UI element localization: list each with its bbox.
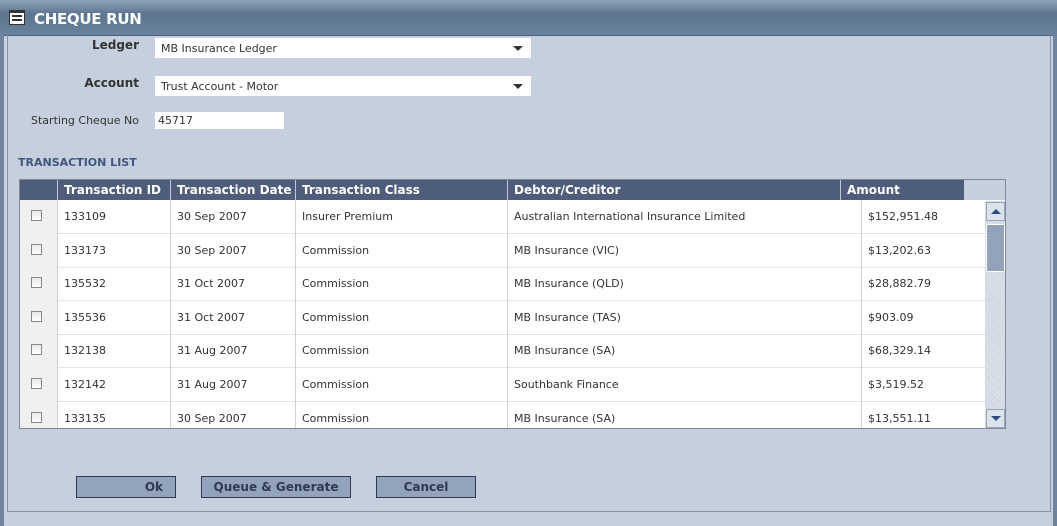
header-debtor-creditor[interactable]: Debtor/Creditor (507, 180, 840, 200)
table-header: Transaction ID Transaction Date Transact… (20, 180, 964, 200)
row-checkbox[interactable] (31, 243, 42, 255)
cell-debtor-creditor: Southbank Finance (507, 368, 861, 402)
cell-transaction-date: 31 Aug 2007 (170, 334, 295, 369)
cancel-button[interactable]: Cancel (376, 476, 476, 498)
cell-amount: $13,551.11 (861, 401, 985, 428)
cell-transaction-class: Commission (295, 300, 507, 335)
cell-amount: $13,202.63 (861, 233, 985, 268)
vertical-scrollbar[interactable] (985, 201, 1005, 428)
header-select (20, 180, 57, 200)
row-checkbox[interactable] (31, 310, 42, 322)
cell-transaction-date: 31 Oct 2007 (170, 300, 295, 335)
ok-button[interactable]: Ok (76, 476, 176, 498)
cell-transaction-id: 132138 (57, 334, 170, 369)
cell-transaction-id: 132142 (57, 368, 170, 402)
row-select-cell (20, 267, 57, 302)
cell-debtor-creditor: MB Insurance (QLD) (507, 267, 861, 302)
cell-amount: $68,329.14 (861, 334, 985, 369)
row-select-cell (20, 200, 57, 234)
cell-transaction-date: 31 Oct 2007 (170, 267, 295, 302)
row-select-cell (20, 300, 57, 335)
table-row[interactable]: 135532 31 Oct 2007 Commission MB Insurance … (20, 267, 985, 302)
ledger-select[interactable]: MB Insurance Ledger (155, 38, 531, 58)
cell-amount: $3,519.52 (861, 368, 985, 402)
cell-transaction-class: Commission (295, 233, 507, 268)
cell-debtor-creditor: Australian International Insurance Limit… (507, 200, 861, 234)
cell-transaction-class: Insurer Premium (295, 200, 507, 234)
cell-transaction-id: 135536 (57, 300, 170, 335)
table-row[interactable]: 133109 30 Sep 2007 Insurer Premium Australi… (20, 200, 985, 234)
header-transaction-class[interactable]: Transaction Class (295, 180, 507, 200)
table-row[interactable]: 132138 31 Aug 2007 Commission MB Insurance … (20, 334, 985, 369)
scroll-down-icon[interactable] (986, 409, 1005, 428)
window-title: CHEQUE RUN (34, 10, 142, 28)
queue-generate-button[interactable]: Queue & Generate (201, 476, 351, 498)
row-select-cell (20, 233, 57, 268)
cell-transaction-class: Commission (295, 267, 507, 302)
window-border-right (1053, 35, 1057, 526)
table-row[interactable]: 133135 30 Sep 2007 Commission MB Insurance … (20, 401, 985, 428)
cell-transaction-date: 31 Aug 2007 (170, 368, 295, 402)
cell-debtor-creditor: MB Insurance (VIC) (507, 233, 861, 268)
ledger-label: Ledger (91, 38, 139, 52)
cell-transaction-class: Commission (295, 401, 507, 428)
form-icon (9, 10, 25, 25)
account-value: Trust Account - Motor (161, 80, 279, 93)
cell-debtor-creditor: MB Insurance (SA) (507, 334, 861, 369)
row-checkbox[interactable] (31, 378, 42, 389)
table-row[interactable]: 135536 31 Oct 2007 Commission MB Insurance … (20, 300, 985, 335)
cell-transaction-id: 133135 (57, 401, 170, 428)
cell-transaction-date: 30 Sep 2007 (170, 233, 295, 268)
chevron-down-icon (513, 46, 523, 51)
row-select-cell (20, 401, 57, 428)
account-select[interactable]: Trust Account - Motor (155, 76, 531, 96)
row-select-cell (20, 368, 57, 402)
window-border-left (0, 35, 4, 526)
title-bar: CHEQUE RUN (0, 0, 1057, 36)
cell-transaction-date: 30 Sep 2007 (170, 401, 295, 428)
ledger-value: MB Insurance Ledger (161, 42, 277, 55)
row-checkbox[interactable] (31, 411, 42, 423)
row-checkbox[interactable] (31, 344, 42, 356)
cell-transaction-id: 133173 (57, 233, 170, 268)
account-label: Account (84, 76, 139, 90)
header-amount[interactable]: Amount (840, 180, 964, 200)
table-row[interactable]: 132142 31 Aug 2007 Commission Southbank Fin… (20, 368, 985, 402)
cell-debtor-creditor: MB Insurance (SA) (507, 401, 861, 428)
transaction-table: Transaction ID Transaction Date Transact… (19, 179, 1006, 429)
header-transaction-id[interactable]: Transaction ID (57, 180, 170, 200)
transaction-list-title: TRANSACTION LIST (18, 156, 137, 169)
starting-cheque-input[interactable] (155, 112, 284, 129)
row-select-cell (20, 334, 57, 369)
cell-amount: $28,882.79 (861, 267, 985, 302)
cell-transaction-class: Commission (295, 334, 507, 369)
cell-transaction-class: Commission (295, 368, 507, 402)
cell-amount: $903.09 (861, 300, 985, 335)
scroll-up-icon[interactable] (986, 202, 1005, 221)
chevron-down-icon (513, 84, 523, 89)
cell-amount: $152,951.48 (861, 200, 985, 234)
header-filler (964, 180, 1005, 200)
cell-transaction-id: 135532 (57, 267, 170, 302)
scroll-thumb[interactable] (986, 224, 1005, 272)
cell-transaction-date: 30 Sep 2007 (170, 200, 295, 234)
header-transaction-date[interactable]: Transaction Date (170, 180, 295, 200)
starting-cheque-label: Starting Cheque No (31, 114, 139, 127)
row-checkbox[interactable] (31, 277, 42, 289)
cell-transaction-id: 133109 (57, 200, 170, 234)
row-checkbox[interactable] (31, 210, 42, 221)
table-row[interactable]: 133173 30 Sep 2007 Commission MB Insurance … (20, 233, 985, 268)
cell-debtor-creditor: MB Insurance (TAS) (507, 300, 861, 335)
